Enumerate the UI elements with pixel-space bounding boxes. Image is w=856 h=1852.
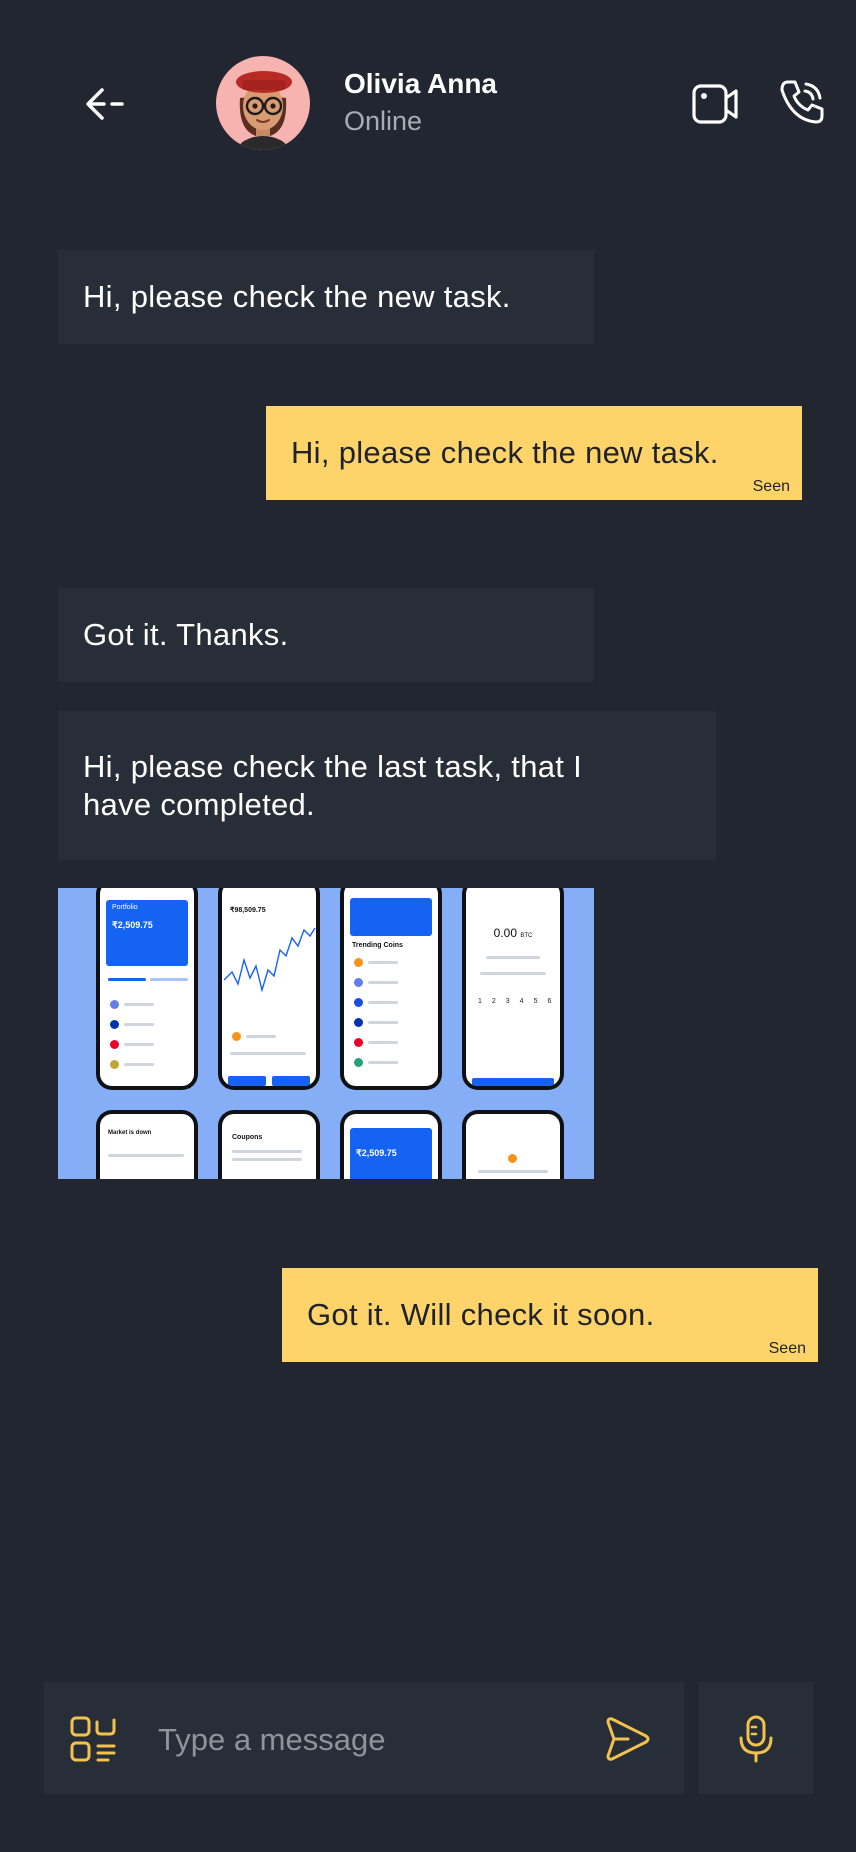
video-camera-icon <box>692 84 738 124</box>
back-button[interactable] <box>82 82 130 126</box>
apps-grid-icon <box>70 1716 116 1762</box>
portfolio-value: ₹2,509.75 <box>356 1148 397 1158</box>
microphone-icon <box>738 1714 774 1764</box>
attachments-button[interactable] <box>70 1716 116 1762</box>
btc-unit: BTC <box>520 933 533 939</box>
message-input[interactable] <box>158 1715 578 1765</box>
send-button[interactable] <box>602 1716 652 1762</box>
arrow-left-icon <box>86 88 124 120</box>
message-text: Hi, please check the new task. <box>291 435 719 470</box>
incoming-message[interactable]: Hi, please check the new task. <box>58 250 594 344</box>
voice-call-button[interactable] <box>776 76 828 128</box>
market-label: Market is down <box>108 1130 152 1136</box>
portfolio-value: ₹2,509.75 <box>112 920 153 930</box>
price-line-chart <box>223 927 316 993</box>
send-icon <box>606 1717 650 1761</box>
incoming-message[interactable]: Got it. Thanks. <box>58 588 594 682</box>
portfolio-label: Portfolio <box>112 904 138 911</box>
coupons-label: Coupons <box>232 1134 263 1141</box>
phone-icon <box>780 80 824 124</box>
app-screen-market: Market is down <box>96 1110 198 1179</box>
outgoing-message[interactable]: Hi, please check the new task. Seen <box>266 406 802 500</box>
app-screen-receive-bitcoin <box>462 1110 564 1179</box>
memoji-avatar-image <box>236 71 292 150</box>
coin-price: ₹98,509.75 <box>230 907 266 914</box>
trending-label: Trending Coins <box>352 942 403 949</box>
app-screen-portfolio-2: ₹2,509.75 <box>340 1110 442 1179</box>
video-call-button[interactable] <box>690 80 742 128</box>
app-screen-portfolio: Portfolio ₹2,509.75 <box>96 888 198 1090</box>
outgoing-message[interactable]: Got it. Will check it soon. Seen <box>282 1268 818 1362</box>
incoming-message[interactable]: Hi, please check the last task, that I h… <box>58 711 716 860</box>
message-text: Got it. Will check it soon. <box>307 1297 655 1332</box>
message-text: Got it. Thanks. <box>83 617 289 652</box>
message-text: Hi, please check the last task, that I h… <box>83 749 583 822</box>
app-screen-coin-chart: ₹98,509.75 <box>218 888 320 1090</box>
image-attachment[interactable]: Portfolio ₹2,509.75 ₹98,509.75 Trending … <box>58 888 594 1179</box>
seen-receipt: Seen <box>768 1340 806 1357</box>
app-screen-trending-coins: Trending Coins <box>340 888 442 1090</box>
app-screen-sell-bitcoin: 0.00 BTC 123456789·0 <box>462 888 564 1090</box>
btc-amount: 0.00 <box>493 926 517 940</box>
app-screen-coupons: Coupons <box>218 1110 320 1179</box>
contact-status: Online <box>344 106 423 136</box>
message-text: Hi, please check the new task. <box>83 279 511 314</box>
seen-receipt: Seen <box>752 478 790 495</box>
avatar[interactable] <box>216 56 310 150</box>
contact-name: Olivia Anna <box>344 68 498 99</box>
